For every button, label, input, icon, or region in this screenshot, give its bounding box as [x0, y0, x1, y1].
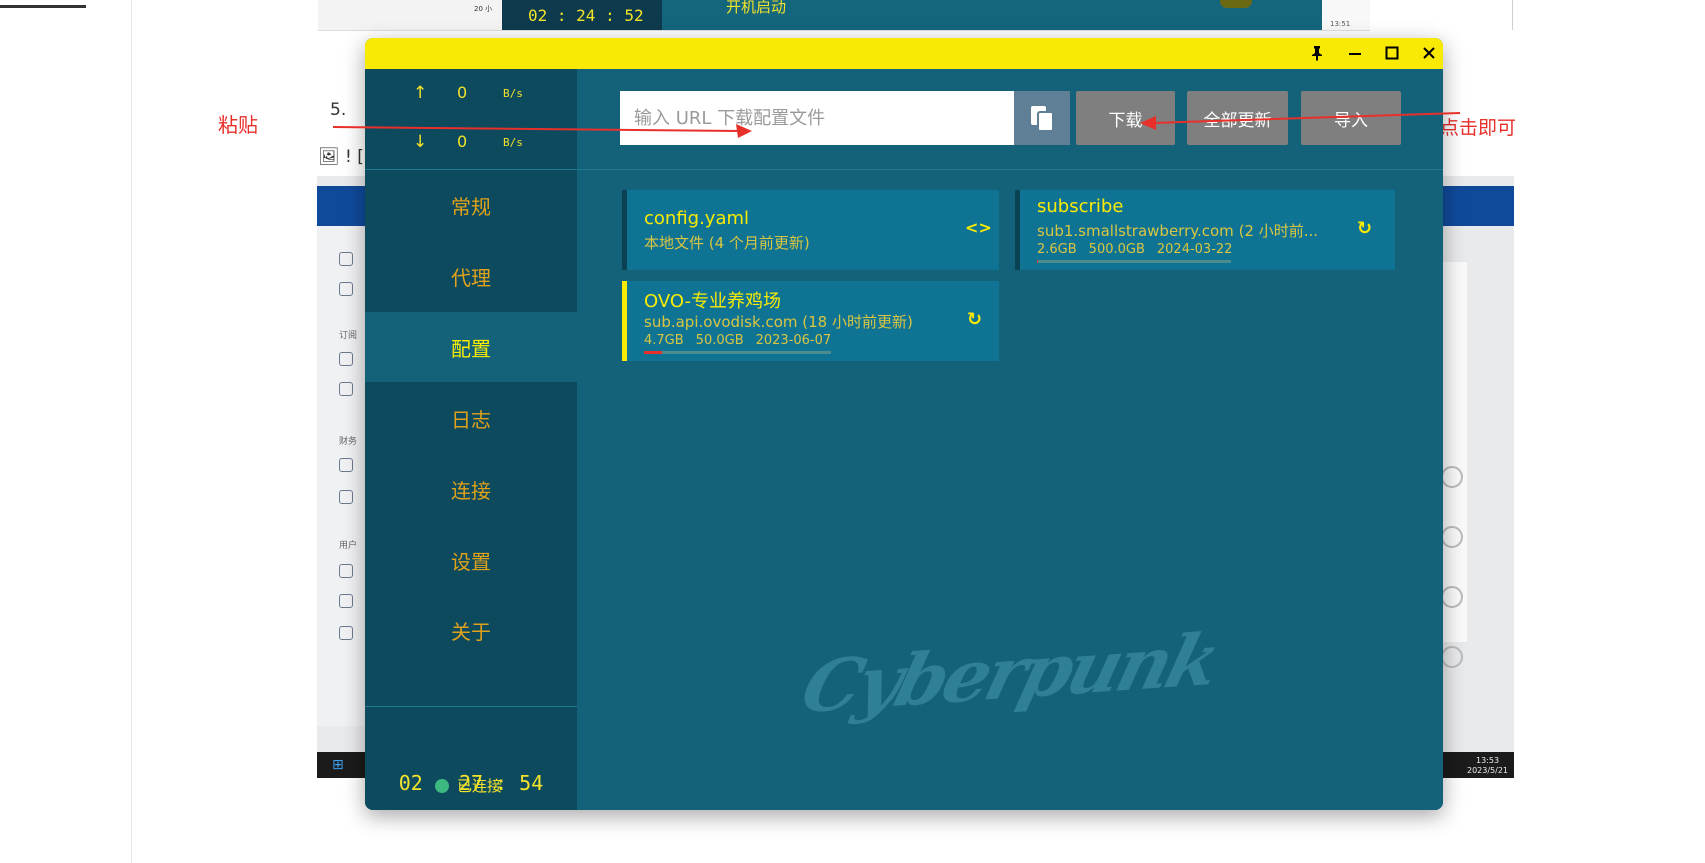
annotation-arrows — [332, 112, 1461, 138]
click-arrow — [1140, 112, 1461, 130]
paste-arrow — [332, 124, 752, 138]
